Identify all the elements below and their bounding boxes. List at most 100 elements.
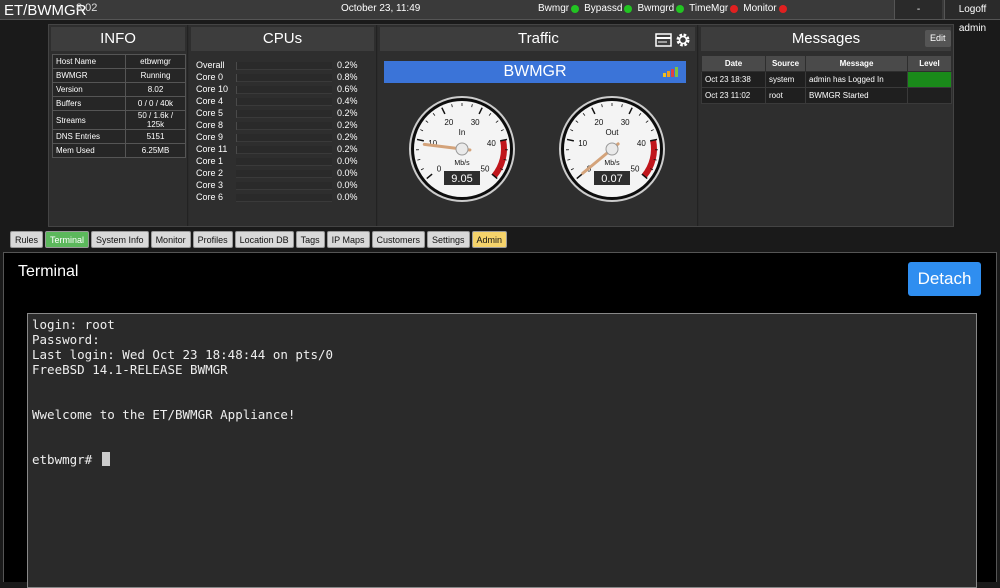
status-dot-icon (730, 5, 738, 13)
detach-button[interactable]: Detach (908, 262, 981, 296)
messages-table: DateSourceMessageLevelOct 23 18:38system… (701, 55, 952, 104)
cpu-row: Core 30.0% (194, 180, 362, 192)
cpu-value: 0.6% (337, 84, 358, 94)
service-name: Bwmgrd (637, 3, 674, 14)
column-header[interactable]: Message (806, 56, 908, 72)
terminal-text: FreeBSD 14.1-RELEASE BWMGR (32, 362, 228, 377)
info-key: DNS Entries (53, 130, 126, 144)
service-status-list: Bwmgr Bypassd Bwmgrd TimeMgr Monitor (538, 3, 792, 14)
column-header[interactable]: Date (702, 56, 766, 72)
message-source: root (766, 88, 806, 104)
tab-location-db[interactable]: Location DB (235, 231, 294, 248)
terminal-line: Last login: Wed Oct 23 18:48:44 on pts/0 (32, 347, 972, 362)
info-row: Version8.02 (53, 83, 186, 97)
gauge-value: 9.05 (451, 173, 472, 185)
cpu-row: Overall0.2% (194, 60, 362, 72)
tab-settings[interactable]: Settings (427, 231, 470, 248)
table-row[interactable]: Oct 23 18:38systemadmin has Logged In (702, 72, 952, 88)
status-dot-icon (779, 5, 787, 13)
device-name: BWMGR (503, 63, 566, 80)
tab-rules[interactable]: Rules (10, 231, 43, 248)
info-value: 8.02 (126, 83, 186, 97)
cpu-value: 0.2% (337, 108, 358, 118)
info-key: BWMGR (53, 69, 126, 83)
cpu-value: 0.0% (337, 192, 358, 202)
page-title: Terminal (18, 263, 78, 281)
tab-customers[interactable]: Customers (372, 231, 426, 248)
info-title: INFO (51, 27, 185, 51)
cpu-row: Core 20.0% (194, 168, 362, 180)
service-status: Bwmgr (538, 3, 579, 14)
datetime: October 23, 11:49 (341, 3, 420, 14)
tab-admin[interactable]: Admin (472, 231, 508, 248)
gear-icon[interactable] (675, 32, 691, 53)
status-dot-icon (571, 5, 579, 13)
info-key: Host Name (53, 55, 126, 69)
messages-title: Messages (701, 27, 951, 51)
terminal-line: Wwelcome to the ET/BWMGR Appliance! (32, 407, 972, 422)
info-key: Mem Used (53, 144, 126, 158)
cpu-name: Core 2 (196, 168, 223, 178)
terminal-line: login: root (32, 317, 972, 332)
tab-terminal[interactable]: Terminal (45, 231, 89, 248)
gauge-tick-label: 40 (487, 139, 496, 148)
terminal-line (32, 377, 972, 392)
terminal-text: Wwelcome to the ET/BWMGR Appliance! (32, 407, 295, 422)
service-name: Monitor (743, 3, 776, 14)
tab-ip-maps[interactable]: IP Maps (327, 231, 370, 248)
cpu-row: Core 110.2% (194, 144, 362, 156)
info-key: Streams (53, 111, 126, 130)
tab-bar: RulesTerminalSystem InfoMonitorProfilesL… (10, 231, 507, 248)
card-icon[interactable] (655, 33, 672, 52)
terminal-line (32, 422, 972, 437)
service-name: Bypassd (584, 3, 622, 14)
cpu-name: Core 1 (196, 156, 223, 166)
terminal-screen[interactable]: login: rootPassword:Last login: Wed Oct … (27, 313, 977, 588)
gauge-tick-label: 20 (444, 118, 453, 127)
edit-button[interactable]: Edit (925, 30, 951, 47)
tab-profiles[interactable]: Profiles (193, 231, 233, 248)
cpu-value: 0.4% (337, 96, 358, 106)
cpu-usage-bar (236, 194, 332, 202)
column-header[interactable]: Source (766, 56, 806, 72)
cpu-value: 0.0% (337, 156, 358, 166)
gauge-unit: Mb/s (604, 160, 620, 167)
terminal-line (32, 437, 972, 452)
info-value: 0 / 0 / 40k (126, 97, 186, 111)
cpu-row: Core 0 0.8% (194, 72, 362, 84)
info-key: Buffers (53, 97, 126, 111)
gauge-tick-label: 40 (637, 139, 646, 148)
column-header[interactable]: Level (908, 56, 952, 72)
service-name: TimeMgr (689, 3, 728, 14)
top-bar: ET/BWMGR 8.02 October 23, 11:49 BwmgrByp… (0, 0, 1000, 20)
cpu-value: 0.8% (337, 72, 358, 82)
tab-monitor[interactable]: Monitor (151, 231, 191, 248)
tab-system-info[interactable]: System Info (91, 231, 149, 248)
logoff-button[interactable]: Logoff admin (944, 0, 1000, 19)
info-value: Running (126, 69, 186, 83)
gauge-tick-label: 30 (621, 118, 630, 127)
traffic-panel: Traffic BWMGR 01020304050InMb/s9.05 0102… (378, 25, 698, 226)
message-level (908, 72, 952, 88)
cpu-name: Core 5 (196, 108, 223, 118)
device-bar: BWMGR (384, 61, 686, 83)
service-status: Monitor (743, 3, 786, 14)
info-panel: INFO Host NameetbwmgrBWMGRRunningVersion… (49, 25, 188, 226)
info-value: etbwmgr (126, 55, 186, 69)
gauge-hub (606, 143, 618, 155)
cpu-value: 0.2% (337, 144, 358, 154)
info-row: DNS Entries5151 (53, 130, 186, 144)
terminal-view: Terminal Detach login: rootPassword:Last… (3, 252, 997, 582)
dash-button[interactable]: - (894, 0, 942, 19)
tab-tags[interactable]: Tags (296, 231, 325, 248)
messages-panel: Messages Edit DateSourceMessageLevelOct … (699, 25, 953, 226)
cpu-value: 0.0% (337, 180, 358, 190)
cpu-usage-bar (236, 62, 332, 70)
app-version: 8.02 (76, 2, 97, 14)
table-row[interactable]: Oct 23 11:02rootBWMGR Started (702, 88, 952, 104)
cpu-name: Core 0 (196, 72, 223, 82)
cpu-usage-bar (236, 146, 332, 154)
cpu-row: Core 100.6% (194, 84, 362, 96)
gauge-unit: Mb/s (454, 160, 470, 167)
gauge-label: In (459, 128, 466, 137)
